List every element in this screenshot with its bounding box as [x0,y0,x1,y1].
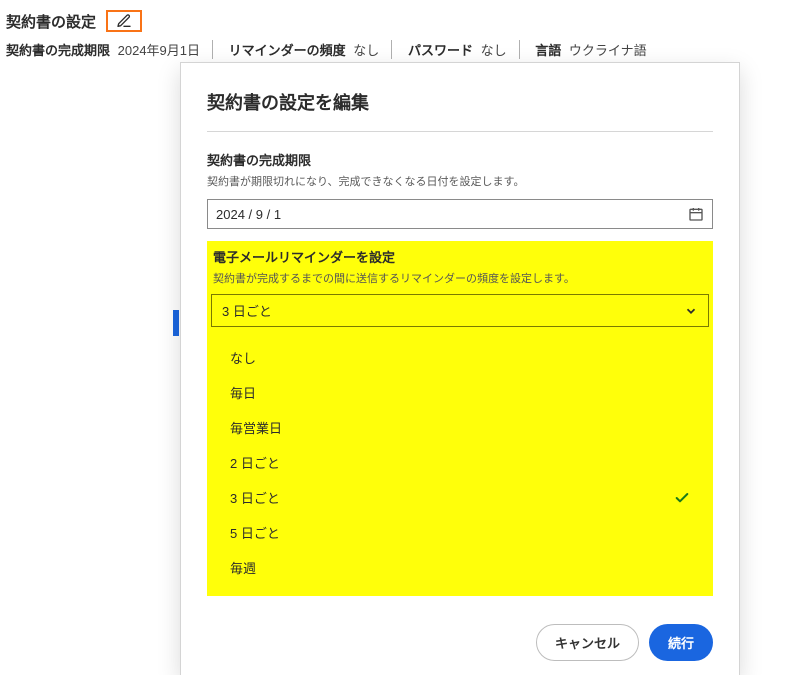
edit-settings-modal: 契約書の設定を編集 契約書の完成期限 契約書が期限切れになり、完成できなくなる日… [180,62,740,675]
deadline-section: 契約書の完成期限 契約書が期限切れになり、完成できなくなる日付を設定します。 2… [207,150,713,229]
reminder-option[interactable]: 毎日 [216,375,704,410]
pencil-icon [116,13,132,29]
reminder-label: 電子メールリマインダーを設定 [211,247,709,266]
deadline-help: 契約書が期限切れになり、完成できなくなる日付を設定します。 [207,173,713,189]
reminder-option[interactable]: 3 日ごと [216,480,704,515]
cancel-button[interactable]: キャンセル [536,624,639,661]
reminder-option-label: 毎週 [230,558,256,577]
modal-title: 契約書の設定を編集 [207,89,713,132]
deadline-label: 契約書の完成期限 [207,150,713,169]
reminder-option[interactable]: なし [216,340,704,375]
edit-settings-button[interactable] [106,10,142,32]
summary-password: パスワード なし [408,40,520,59]
settings-summary-row: 契約書の完成期限 2024年9月1日 リマインダーの頻度 なし パスワード なし… [0,38,802,65]
reminder-selected-value: 3 日ごと [222,301,272,320]
summary-deadline-label: 契約書の完成期限 [6,43,110,58]
reminder-help: 契約書が完成するまでの間に送信するリマインダーの頻度を設定します。 [211,270,709,286]
summary-reminder-label: リマインダーの頻度 [229,43,346,58]
summary-reminder: リマインダーの頻度 なし [229,40,393,59]
page-header: 契約書の設定 [0,0,802,38]
deadline-date-input[interactable]: 2024 / 9 / 1 [207,199,713,229]
check-icon [674,490,690,506]
summary-password-label: パスワード [408,43,473,58]
modal-actions: キャンセル 続行 [181,610,739,675]
reminder-option-label: 毎営業日 [230,418,282,437]
reminder-section: 電子メールリマインダーを設定 契約書が完成するまでの間に送信するリマインダーの頻… [207,241,713,596]
reminder-option-label: 毎日 [230,383,256,402]
reminder-option[interactable]: 2 日ごと [216,445,704,480]
summary-reminder-value: なし [353,43,379,58]
summary-language-value: ウクライナ語 [569,43,647,58]
summary-language-label: 言語 [535,43,561,58]
continue-button[interactable]: 続行 [649,624,713,661]
reminder-dropdown: なし毎日毎営業日 2 日ごと 3 日ごと 5 日ごと毎週 [211,333,709,596]
summary-deadline: 契約書の完成期限 2024年9月1日 [6,40,213,59]
reminder-option[interactable]: 5 日ごと [216,515,704,550]
reminder-option-label: 3 日ごと [230,488,280,507]
chevron-down-icon [684,304,698,318]
background-element [173,310,179,336]
summary-deadline-value: 2024年9月1日 [118,43,200,58]
deadline-date-value: 2024 / 9 / 1 [216,207,281,222]
reminder-option[interactable]: 毎週 [216,550,704,585]
reminder-option[interactable]: 毎営業日 [216,410,704,445]
summary-password-value: なし [481,43,507,58]
page-title: 契約書の設定 [6,11,96,32]
reminder-select[interactable]: 3 日ごと [211,294,709,327]
calendar-icon[interactable] [688,206,704,222]
reminder-option-label: なし [230,348,256,367]
reminder-option-label: 5 日ごと [230,523,280,542]
reminder-option-label: 2 日ごと [230,453,280,472]
summary-language: 言語 ウクライナ語 [535,40,658,59]
